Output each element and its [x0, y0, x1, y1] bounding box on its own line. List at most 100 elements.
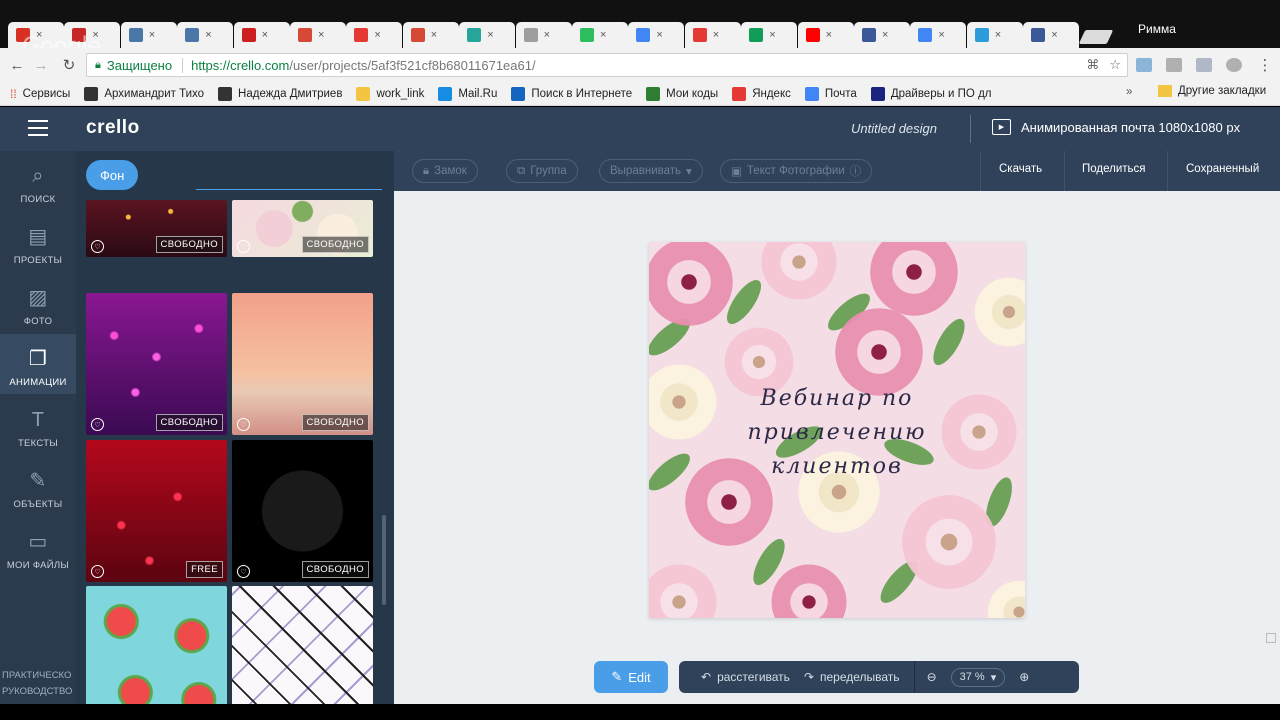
background-thumbnail[interactable]: ♡СВОБОДНО	[232, 586, 373, 704]
background-thumbnail[interactable]: ♡FREE	[86, 440, 227, 582]
bookmark-item[interactable]: Mail.Ru	[438, 86, 497, 101]
align-dropdown[interactable]: Выравнивать ▾	[599, 159, 703, 183]
bookmark-item[interactable]: Драйверы и ПО дл	[870, 86, 992, 101]
design-title[interactable]: Untitled design	[851, 121, 937, 136]
close-tab-icon[interactable]: ×	[600, 29, 606, 41]
browser-tab[interactable]: ×	[120, 22, 177, 48]
bookmark-star-icon[interactable]: ☆	[1109, 57, 1121, 73]
background-thumbnail[interactable]: ♡СВОБОДНО	[86, 200, 227, 257]
rail-item-search[interactable]: ⌕ ПОИСК	[0, 151, 76, 211]
rail-item-text[interactable]: T ТЕКСТЫ	[0, 395, 76, 455]
extension-icon[interactable]	[1166, 58, 1182, 72]
close-tab-icon[interactable]: ×	[713, 29, 719, 41]
forward-arrow-icon[interactable]: →	[28, 52, 54, 78]
address-bar[interactable]: 🔒︎ Защищено https://crello.com/user/proj…	[86, 53, 1128, 77]
redo-button[interactable]: ↷ переделывать	[804, 670, 900, 684]
bookmark-item[interactable]: Поиск в Интернете	[511, 86, 632, 101]
favorite-heart-icon[interactable]: ♡	[91, 418, 104, 431]
background-thumbnail[interactable]: ♡FREE	[86, 586, 227, 704]
browser-tab[interactable]: ×	[628, 22, 685, 48]
favorite-heart-icon[interactable]: ♡	[91, 565, 104, 578]
browser-tab[interactable]: ×	[910, 22, 967, 48]
background-filter-chip[interactable]: Фон	[86, 160, 139, 190]
zoom-out-icon[interactable]: ⊖	[927, 670, 937, 684]
browser-tab[interactable]: ×	[741, 22, 798, 48]
expand-icon[interactable]	[1266, 633, 1276, 643]
bookmark-item[interactable]: Надежда Дмитриев	[218, 86, 342, 101]
background-thumbnail[interactable]: ♡СВОБОДНО	[86, 293, 227, 435]
rail-item-objects[interactable]: ✎ ОБЪЕКТЫ	[0, 456, 76, 516]
rail-item-projects[interactable]: ▤ ПРОЕКТЫ	[0, 212, 76, 272]
rail-item-photo[interactable]: ▨ ФОТО	[0, 273, 76, 333]
rail-item-animations[interactable]: ❐ АНИМАЦИИ	[0, 334, 76, 394]
browser-tab[interactable]: ×	[572, 22, 628, 48]
design-artboard[interactable]: Вебинар по привлечению клиентов	[649, 242, 1025, 618]
bookmark-item[interactable]: Яндекс	[732, 86, 791, 101]
bookmark-item[interactable]: Мои коды	[646, 86, 718, 101]
format-selector[interactable]: ▶ Анимированная почта 1080x1080 px	[992, 119, 1240, 135]
rail-item-files[interactable]: ▭ МОИ ФАЙЛЫ	[0, 517, 76, 577]
close-tab-icon[interactable]: ×	[487, 29, 493, 41]
favorite-heart-icon[interactable]: ♡	[237, 240, 250, 253]
saved-status[interactable]: Сохраненный	[1186, 163, 1259, 175]
browser-tab[interactable]: ×	[290, 22, 346, 48]
zoom-select[interactable]: 37 % ▾	[950, 667, 1006, 687]
close-tab-icon[interactable]: ×	[826, 29, 832, 41]
bookmark-item[interactable]: work_link	[356, 86, 424, 101]
extension-icon[interactable]	[1136, 58, 1152, 72]
browser-tab[interactable]: ×	[346, 22, 403, 48]
browser-tab[interactable]: ×	[854, 22, 910, 48]
close-tab-icon[interactable]: ×	[262, 29, 268, 41]
favorite-heart-icon[interactable]: ♡	[91, 240, 104, 253]
favorite-heart-icon[interactable]: ♡	[237, 418, 250, 431]
close-tab-icon[interactable]: ×	[1051, 29, 1057, 41]
undo-button[interactable]: ↶ расстегивать	[701, 670, 790, 684]
browser-tab[interactable]: ×	[459, 22, 516, 48]
background-thumbnail[interactable]: ♡СВОБОДНО	[232, 440, 373, 582]
close-tab-icon[interactable]: ×	[769, 29, 775, 41]
background-thumbnail[interactable]: ♡СВОБОДНО	[232, 293, 373, 435]
favorite-heart-icon[interactable]: ♡	[237, 565, 250, 578]
close-tab-icon[interactable]: ×	[656, 29, 662, 41]
browser-tab[interactable]: ×	[402, 22, 459, 48]
profile-name[interactable]: Римма	[1138, 22, 1176, 36]
lock-button[interactable]: 🔒︎ Замок	[412, 159, 478, 183]
browser-tab[interactable]: ×	[177, 22, 234, 48]
share-button[interactable]: Поделиться	[1082, 163, 1146, 175]
translate-icon[interactable]: ⌘	[1086, 57, 1099, 73]
edit-button[interactable]: ✎ Edit	[594, 661, 668, 693]
browser-tab[interactable]: ×	[515, 22, 572, 48]
close-tab-icon[interactable]: ×	[938, 29, 944, 41]
browser-tab[interactable]: ×	[233, 22, 290, 48]
close-tab-icon[interactable]: ×	[882, 29, 888, 41]
close-tab-icon[interactable]: ×	[431, 29, 437, 41]
close-tab-icon[interactable]: ×	[318, 29, 324, 41]
panel-scrollbar[interactable]	[382, 515, 386, 605]
browser-tab[interactable]: ×	[797, 22, 854, 48]
bookmark-item[interactable]: Архимандрит Тихо	[84, 86, 204, 101]
close-tab-icon[interactable]: ×	[544, 29, 550, 41]
bookmark-item[interactable]: Почта	[804, 86, 857, 101]
close-tab-icon[interactable]: ×	[205, 29, 211, 41]
download-button[interactable]: Скачать	[999, 163, 1042, 175]
menu-dots-icon[interactable]: ⋮	[1252, 52, 1278, 78]
crello-logo[interactable]: crello	[86, 117, 140, 139]
guide-link[interactable]: ПРАКТИЧЕСКО РУКОВОДСТВО	[2, 668, 72, 700]
more-bookmarks-icon[interactable]: »	[1126, 86, 1132, 98]
background-thumbnail[interactable]: ♡СВОБОДНО	[232, 200, 373, 257]
hamburger-menu-icon[interactable]	[28, 120, 48, 136]
back-arrow-icon[interactable]: ←	[4, 52, 30, 78]
browser-tab[interactable]: ×	[684, 22, 741, 48]
group-button[interactable]: ⧉ Группа	[506, 159, 578, 183]
close-tab-icon[interactable]: ×	[995, 29, 1001, 41]
other-bookmarks[interactable]: Другие закладки	[1158, 85, 1266, 97]
photo-text-button[interactable]: ▣ Текст Фотографии ⓘ	[720, 159, 873, 183]
browser-tab[interactable]: ×	[966, 22, 1023, 48]
close-tab-icon[interactable]: ×	[149, 29, 155, 41]
new-tab-button[interactable]	[1078, 30, 1114, 44]
reload-icon[interactable]: ↻	[56, 52, 82, 78]
design-text[interactable]: Вебинар по привлечению клиентов	[649, 382, 1025, 484]
extension-icon[interactable]	[1226, 58, 1242, 72]
zoom-in-icon[interactable]: ⊕	[1019, 670, 1029, 684]
extension-icon[interactable]	[1196, 58, 1212, 72]
